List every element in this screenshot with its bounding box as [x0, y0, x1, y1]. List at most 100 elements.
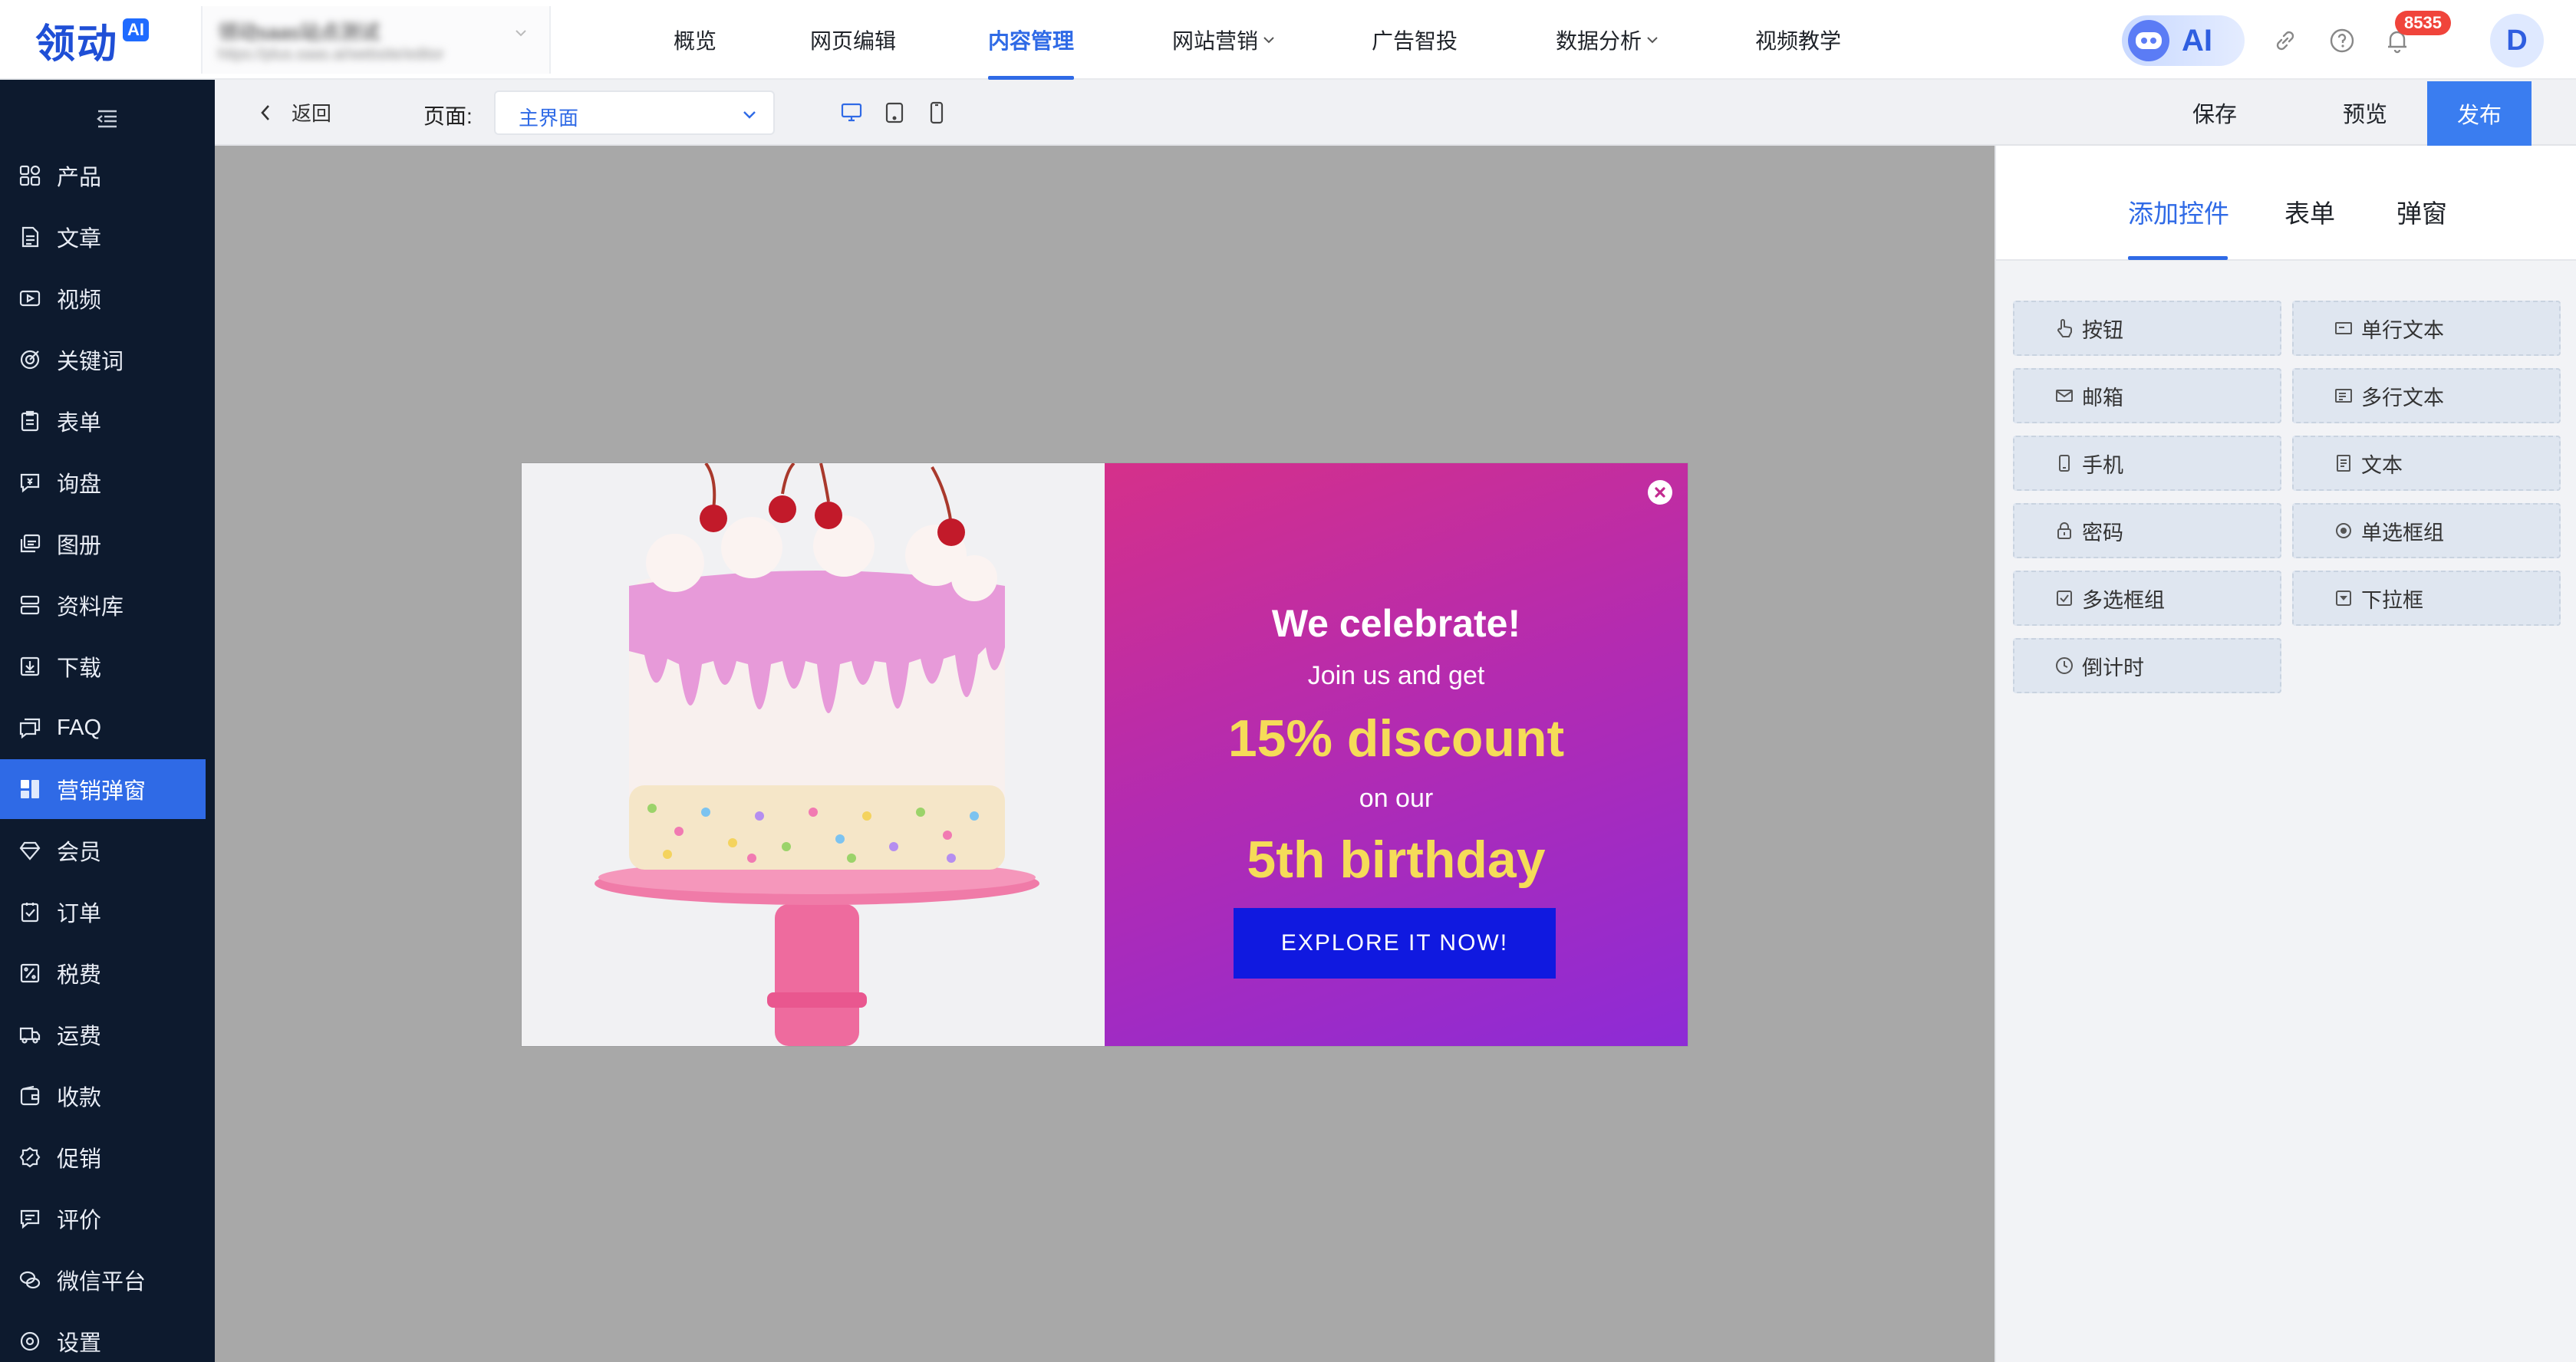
explore-button[interactable]: EXPLORE IT NOW! [1234, 908, 1556, 979]
link-icon[interactable] [2271, 26, 2300, 55]
control-panel: 添加控件 表单 弹窗 按钮 单行文本 邮箱 多行文本 手机 文本 密码 单选框组… [1995, 146, 2576, 1362]
nav-label: 内容管理 [988, 29, 1075, 53]
control-label: 文本 [2361, 453, 2403, 477]
menu-collapse-icon[interactable] [95, 107, 120, 130]
sidebar-item-promotions[interactable]: 促销 [0, 1127, 206, 1187]
ai-assistant-button[interactable]: AI [2122, 15, 2245, 66]
sidebar-item-library[interactable]: 资料库 [0, 575, 206, 635]
active-tab-indicator [2128, 256, 2228, 260]
control-radio-group[interactable]: 单选框组 [2292, 503, 2561, 558]
nav-page-edit[interactable]: 网页编辑 [810, 0, 896, 80]
control-label: 单行文本 [2361, 318, 2444, 342]
control-button[interactable]: 按钮 [2013, 301, 2281, 356]
control-phone[interactable]: 手机 [2013, 436, 2281, 491]
phone-icon [2059, 455, 2070, 472]
control-label: 单选框组 [2361, 521, 2444, 544]
nav-overview[interactable]: 概览 [674, 0, 716, 80]
control-password[interactable]: 密码 [2013, 503, 2281, 558]
nav-ad-placement[interactable]: 广告智投 [1372, 0, 1458, 80]
sidebar-item-faq[interactable]: FAQ [0, 698, 206, 758]
editor-toolbar: 返回 页面: 主界面 保存 预览 发布 [215, 80, 2576, 146]
tab-form[interactable]: 表单 [2284, 193, 2335, 230]
control-label: 多选框组 [2082, 588, 2165, 612]
back-label: 返回 [292, 102, 332, 125]
document-icon [21, 226, 39, 248]
inquiry-icon [20, 473, 40, 493]
control-label: 倒计时 [2082, 656, 2144, 679]
sidebar-item-articles[interactable]: 文章 [0, 207, 206, 267]
desktop-view-icon[interactable] [839, 101, 864, 124]
control-single-line-text[interactable]: 单行文本 [2292, 301, 2561, 356]
marketing-popup[interactable]: We celebrate! Join us and get 15% discou… [522, 463, 1688, 1046]
sidebar-item-inquiries[interactable]: 询盘 [0, 452, 206, 512]
sidebar-item-wechat[interactable]: 微信平台 [0, 1250, 206, 1310]
tab-popup[interactable]: 弹窗 [2396, 193, 2447, 230]
ai-label: AI [2182, 23, 2212, 58]
sidebar-item-reviews[interactable]: 评价 [0, 1189, 206, 1248]
chevron-down-icon [1263, 37, 1274, 44]
text-icon [2337, 455, 2350, 472]
sidebar-item-label: 评价 [57, 1209, 102, 1233]
site-switcher[interactable]: 领动saas站点测试 https://plus.saas.ai/website/… [201, 6, 551, 74]
radio-icon [2336, 523, 2351, 538]
tablet-view-icon[interactable] [884, 101, 905, 124]
sidebar-item-keywords[interactable]: 关键词 [0, 330, 206, 390]
video-icon [19, 290, 41, 307]
mobile-view-icon[interactable] [927, 101, 947, 124]
dropdown-icon [2336, 591, 2351, 606]
nav-site-marketing[interactable]: 网站营销 [1172, 0, 1276, 80]
sidebar-item-orders[interactable]: 订单 [0, 882, 206, 942]
truck-icon [19, 1027, 41, 1044]
popup-line-1: Join us and get [1307, 661, 1485, 690]
sidebar-item-marketing-popup[interactable]: 营销弹窗 [0, 759, 206, 819]
avatar[interactable]: D [2490, 14, 2544, 67]
sidebar-item-label: 运费 [57, 1025, 102, 1049]
back-button[interactable]: 返回 [258, 98, 331, 127]
page-select[interactable]: 主界面 [494, 90, 775, 135]
sidebar-item-albums[interactable]: 图册 [0, 514, 206, 574]
sidebar-item-label: 营销弹窗 [57, 779, 147, 804]
lock-icon [2057, 522, 2071, 539]
control-email[interactable]: 邮箱 [2013, 368, 2281, 423]
multi-line-icon [2335, 389, 2352, 403]
nav-label: 广告智投 [1372, 29, 1458, 53]
sidebar-item-members[interactable]: 会员 [0, 821, 206, 880]
sidebar-item-settings[interactable]: 设置 [0, 1311, 206, 1362]
sidebar-item-downloads[interactable]: 下载 [0, 637, 206, 696]
control-text[interactable]: 文本 [2292, 436, 2561, 491]
single-line-icon [2335, 322, 2352, 334]
checkbox-icon [2057, 591, 2072, 606]
editor-canvas[interactable]: We celebrate! Join us and get 15% discou… [215, 146, 1995, 1362]
close-icon[interactable] [1648, 480, 1672, 505]
sidebar-item-videos[interactable]: 视频 [0, 268, 206, 328]
sidebar-item-payments[interactable]: 收款 [0, 1066, 206, 1126]
control-checkbox-group[interactable]: 多选框组 [2013, 571, 2281, 626]
control-countdown[interactable]: 倒计时 [2013, 638, 2281, 693]
preview-button[interactable]: 预览 [2308, 80, 2423, 146]
save-button[interactable]: 保存 [2157, 80, 2272, 146]
sidebar-item-label: 收款 [57, 1086, 102, 1110]
publish-button[interactable]: 发布 [2427, 81, 2532, 146]
nav-content-management[interactable]: 内容管理 [988, 0, 1075, 80]
sidebar-item-label: 促销 [57, 1147, 102, 1172]
nav-label: 视频教学 [1755, 29, 1842, 53]
sidebar-item-shipping[interactable]: 运费 [0, 1005, 206, 1064]
help-icon[interactable] [2327, 26, 2357, 55]
database-icon [20, 595, 40, 615]
control-dropdown[interactable]: 下拉框 [2292, 571, 2561, 626]
wechat-icon [19, 1271, 41, 1289]
nav-data-analysis[interactable]: 数据分析 [1556, 0, 1660, 80]
control-multi-line-text[interactable]: 多行文本 [2292, 368, 2561, 423]
sidebar-item-products[interactable]: 产品 [0, 146, 206, 206]
page-select-value: 主界面 [519, 107, 579, 130]
nav-video-tutorials[interactable]: 视频教学 [1755, 0, 1841, 80]
sidebar-item-label: 图册 [57, 534, 102, 558]
tab-add-controls[interactable]: 添加控件 [2128, 193, 2229, 230]
sidebar-item-label: 设置 [57, 1331, 102, 1356]
top-bar: 领动 AI 领动saas站点测试 https://plus.saas.ai/we… [0, 0, 2576, 80]
sidebar-item-label: 微信平台 [57, 1270, 147, 1295]
sidebar-item-tax[interactable]: 税费 [0, 943, 206, 1003]
logo[interactable]: 领动 AI [35, 15, 150, 67]
sidebar-item-forms[interactable]: 表单 [0, 391, 206, 451]
sidebar-item-label: 视频 [57, 288, 102, 313]
